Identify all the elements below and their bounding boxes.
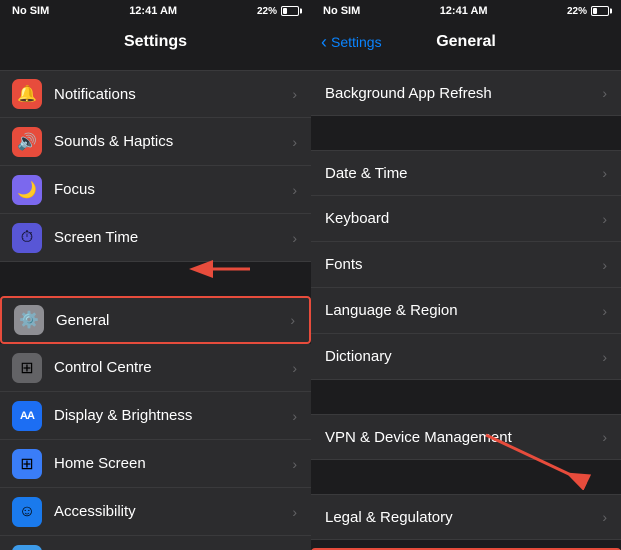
- notifications-label: Notifications: [54, 86, 292, 103]
- group-1: 🔔 Notifications › 🔊 Sounds & Haptics › 🌙…: [0, 70, 311, 262]
- left-scroll-container: 🔔 Notifications › 🔊 Sounds & Haptics › 🌙…: [0, 62, 311, 550]
- right-group-4: Legal & Regulatory ›: [311, 494, 621, 540]
- accessibility-icon: ☺: [12, 497, 42, 527]
- sidebar-item-control-centre[interactable]: ⊞ Control Centre ›: [0, 344, 311, 392]
- dictionary-label: Dictionary: [325, 348, 602, 365]
- battery-left: 22%: [257, 6, 299, 17]
- battery-icon-left: [281, 6, 299, 16]
- back-button[interactable]: ‹ Settings: [321, 33, 382, 51]
- left-panel: No SIM 12:41 AM 22% Settings 🔔 Notificat…: [0, 0, 311, 550]
- background-app-refresh-label: Background App Refresh: [325, 85, 602, 102]
- right-group-2: Date & Time › Keyboard › Fonts › Languag…: [311, 150, 621, 380]
- language-region-label: Language & Region: [325, 302, 602, 319]
- home-screen-chevron: ›: [292, 456, 297, 472]
- right-item-language-region[interactable]: Language & Region ›: [311, 288, 621, 334]
- focus-icon: 🌙: [12, 175, 42, 205]
- screen-time-icon: ⏱: [12, 223, 42, 253]
- status-bar-left: No SIM 12:41 AM 22%: [0, 0, 311, 22]
- sidebar-item-focus[interactable]: 🌙 Focus ›: [0, 166, 311, 214]
- keyboard-label: Keyboard: [325, 210, 602, 227]
- left-nav-header: Settings: [0, 22, 311, 62]
- group-2: ⚙️ General › ⊞ Control Centre › AA Displ…: [0, 296, 311, 550]
- right-item-keyboard[interactable]: Keyboard ›: [311, 196, 621, 242]
- focus-label: Focus: [54, 181, 292, 198]
- right-item-date-time[interactable]: Date & Time ›: [311, 150, 621, 196]
- time-right: 12:41 AM: [440, 5, 488, 17]
- right-nav-header: ‹ Settings General: [311, 22, 621, 62]
- back-chevron-icon: ‹: [321, 33, 327, 51]
- accessibility-label: Accessibility: [54, 503, 292, 520]
- display-label: Display & Brightness: [54, 407, 292, 424]
- sounds-icon: 🔊: [12, 127, 42, 157]
- home-screen-label: Home Screen: [54, 455, 292, 472]
- fonts-label: Fonts: [325, 256, 602, 273]
- general-chevron: ›: [290, 312, 295, 328]
- sidebar-item-notifications[interactable]: 🔔 Notifications ›: [0, 70, 311, 118]
- display-chevron: ›: [292, 408, 297, 424]
- sidebar-item-sounds-haptics[interactable]: 🔊 Sounds & Haptics ›: [0, 118, 311, 166]
- sidebar-item-screen-time[interactable]: ⏱ Screen Time ›: [0, 214, 311, 262]
- battery-icon-right: [591, 6, 609, 16]
- time-left: 12:41 AM: [129, 5, 177, 17]
- home-screen-icon: ⊞: [12, 449, 42, 479]
- control-centre-label: Control Centre: [54, 359, 292, 376]
- right-item-fonts[interactable]: Fonts ›: [311, 242, 621, 288]
- general-icon: ⚙️: [14, 305, 44, 335]
- control-centre-chevron: ›: [292, 360, 297, 376]
- date-time-label: Date & Time: [325, 165, 602, 182]
- left-nav-title: Settings: [124, 33, 187, 51]
- left-settings-list: 🔔 Notifications › 🔊 Sounds & Haptics › 🌙…: [0, 62, 311, 550]
- carrier-right: No SIM: [323, 5, 360, 17]
- sidebar-item-general[interactable]: ⚙️ General ›: [0, 296, 311, 344]
- back-label: Settings: [331, 34, 382, 50]
- right-item-vpn[interactable]: VPN & Device Management ›: [311, 414, 621, 460]
- general-label: General: [56, 312, 290, 329]
- right-panel: No SIM 12:41 AM 22% ‹ Settings General B…: [311, 0, 621, 550]
- sounds-chevron: ›: [292, 134, 297, 150]
- control-centre-icon: ⊞: [12, 353, 42, 383]
- legal-label: Legal & Regulatory: [325, 509, 602, 526]
- screen-time-chevron: ›: [292, 230, 297, 246]
- right-item-legal-regulatory[interactable]: Legal & Regulatory ›: [311, 494, 621, 540]
- battery-right: 22%: [567, 6, 609, 17]
- right-nav-title: General: [436, 33, 496, 51]
- sidebar-item-wallpaper[interactable]: 🌄 Wallpaper ›: [0, 536, 311, 550]
- right-settings-list: Background App Refresh › Date & Time › K…: [311, 62, 621, 550]
- right-group-3: VPN & Device Management ›: [311, 414, 621, 460]
- screen-time-label: Screen Time: [54, 229, 292, 246]
- carrier-left: No SIM: [12, 5, 49, 17]
- notifications-icon: 🔔: [12, 79, 42, 109]
- notifications-chevron: ›: [292, 86, 297, 102]
- display-icon: AA: [12, 401, 42, 431]
- sounds-label: Sounds & Haptics: [54, 133, 292, 150]
- accessibility-chevron: ›: [292, 504, 297, 520]
- sidebar-item-accessibility[interactable]: ☺ Accessibility ›: [0, 488, 311, 536]
- sidebar-item-home-screen[interactable]: ⊞ Home Screen ›: [0, 440, 311, 488]
- vpn-label: VPN & Device Management: [325, 429, 602, 446]
- right-scroll-container: Background App Refresh › Date & Time › K…: [311, 62, 621, 550]
- right-item-background-app-refresh[interactable]: Background App Refresh ›: [311, 70, 621, 116]
- right-group-1: Background App Refresh ›: [311, 70, 621, 116]
- right-item-dictionary[interactable]: Dictionary ›: [311, 334, 621, 380]
- background-app-refresh-chevron: ›: [602, 85, 607, 101]
- sidebar-item-display-brightness[interactable]: AA Display & Brightness ›: [0, 392, 311, 440]
- status-bar-right: No SIM 12:41 AM 22%: [311, 0, 621, 22]
- focus-chevron: ›: [292, 182, 297, 198]
- wallpaper-icon: 🌄: [12, 545, 42, 550]
